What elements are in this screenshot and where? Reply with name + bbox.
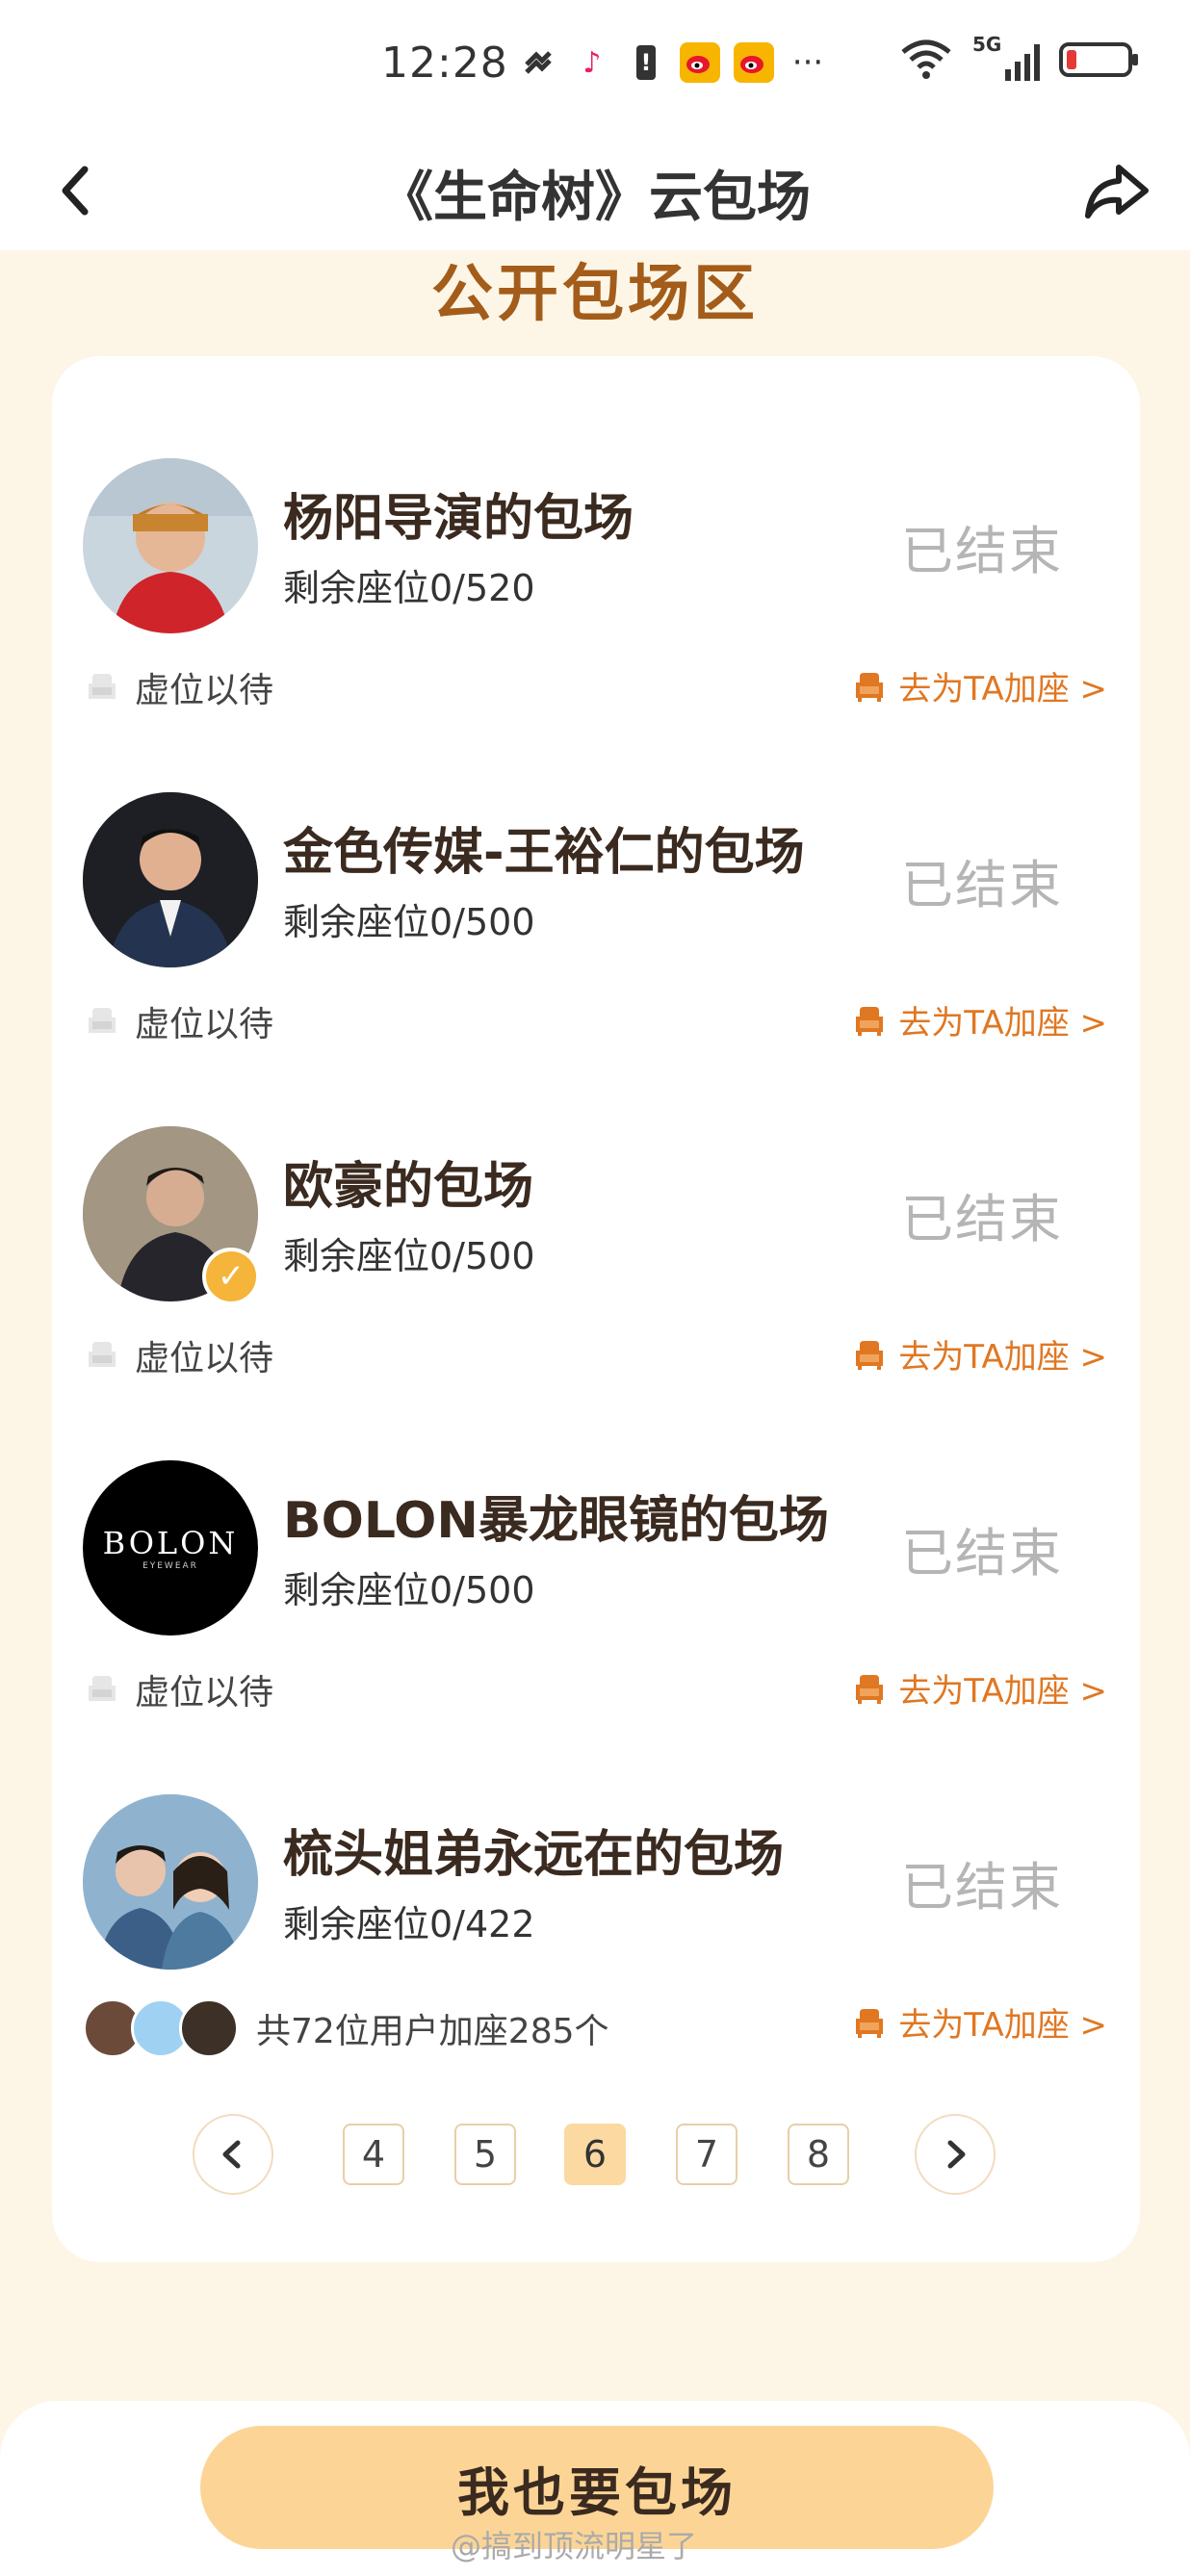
logo-subtext: EYEWEAR (142, 1561, 198, 1571)
pagination: 4 5 6 7 8 (52, 2114, 1140, 2201)
page-8[interactable]: 8 (788, 2124, 849, 2185)
page-4[interactable]: 4 (343, 2124, 404, 2185)
notification-icons: ♪ ! ··· (518, 42, 828, 83)
list-item[interactable]: 梳头姐弟永远在的包场 剩余座位0/422 已结束 共72位用户加座285个 去为… (52, 1692, 1140, 2058)
page-5[interactable]: 5 (454, 2124, 516, 2185)
list-item[interactable]: BOLON EYEWEAR BOLON暴龙眼镜的包场 剩余座位0/500 已结束… (52, 1358, 1140, 1713)
supporter-avatars (83, 1998, 239, 2058)
item-footer-left: 共72位用户加座285个 (83, 1998, 609, 2058)
logo-text: BOLON (102, 1525, 239, 1561)
item-name: 欧豪的包场 (283, 1158, 534, 1216)
status-right: 5G (899, 33, 1138, 81)
footer-text: 共72位用户加座285个 (256, 2012, 609, 2051)
brand-logo: BOLON EYEWEAR (83, 1460, 258, 1636)
item-name: 梳头姐弟永远在的包场 (283, 1826, 785, 1884)
page-6[interactable]: 6 (564, 2124, 626, 2185)
item-seats: 剩余座位0/500 (283, 901, 535, 943)
section-title: 公开包场区 (431, 259, 759, 330)
avatar: ✓ (83, 1126, 260, 1305)
item-seats: 剩余座位0/500 (283, 1569, 535, 1611)
battery-icon (1059, 42, 1138, 77)
next-page-button[interactable] (915, 2114, 996, 2195)
status-label: 已结束 (901, 521, 1063, 581)
list-item[interactable]: 金色传媒-王裕仁的包场 剩余座位0/500 已结束 虚位以待 去为TA加座 > (52, 690, 1140, 1044)
wifi-icon (901, 39, 951, 79)
signal-icon: 5G (972, 33, 1040, 81)
share-button[interactable] (1078, 152, 1155, 229)
item-name: 杨阳导演的包场 (283, 490, 634, 548)
item-seats: 剩余座位0/500 (283, 1235, 535, 1277)
status-label: 已结束 (901, 1189, 1063, 1249)
status-label: 已结束 (901, 855, 1063, 915)
booking-list-card: 杨阳导演的包场 剩余座位0/520 已结束 虚位以待 去为TA加座 > 金色传媒… (52, 356, 1140, 2262)
item-seats: 剩余座位0/422 (283, 1903, 535, 1945)
more-icon: ··· (791, 43, 824, 82)
status-label: 已结束 (901, 1857, 1063, 1918)
avatar (179, 1998, 239, 2058)
prev-page-button[interactable] (193, 2114, 273, 2195)
avatar (83, 792, 258, 967)
chevron-right-icon (947, 2140, 966, 2169)
item-name: 金色传媒-王裕仁的包场 (283, 824, 805, 882)
list-item[interactable]: 杨阳导演的包场 剩余座位0/520 已结束 虚位以待 去为TA加座 > (52, 356, 1140, 710)
seat-icon (856, 2008, 884, 2038)
status-time: 12:28 (381, 39, 508, 88)
page-7[interactable]: 7 (676, 2124, 737, 2185)
status-bar: 12:28 ♪ ! ··· 5G (0, 0, 1190, 135)
list-item[interactable]: ✓ 欧豪的包场 剩余座位0/500 已结束 虚位以待 去为TA加座 > (52, 1024, 1140, 1378)
status-label: 已结束 (901, 1523, 1063, 1584)
weibo-icon (734, 42, 774, 83)
avatar (83, 458, 258, 633)
network-label: 5G (972, 33, 1002, 56)
item-seats: 剩余座位0/520 (283, 567, 535, 609)
nav-bar: 《生命树》云包场 (0, 135, 1190, 250)
avatar (83, 1794, 258, 1970)
chevron-left-icon (222, 2140, 241, 2169)
add-seat-label: 去为TA加座 > (898, 2006, 1107, 2045)
verified-badge-icon: ✓ (202, 1248, 260, 1305)
page-title: 《生命树》云包场 (379, 167, 811, 229)
add-seat-link[interactable]: 去为TA加座 > (850, 1998, 1107, 2046)
app-icon (518, 42, 558, 83)
weibo-icon (680, 42, 720, 83)
music-icon: ♪ (582, 45, 602, 80)
share-icon (1085, 165, 1149, 219)
item-name: BOLON暴龙眼镜的包场 (283, 1492, 829, 1550)
alert-icon: ! (626, 42, 666, 83)
watermark: @搞到顶流明星了 (451, 2528, 698, 2564)
